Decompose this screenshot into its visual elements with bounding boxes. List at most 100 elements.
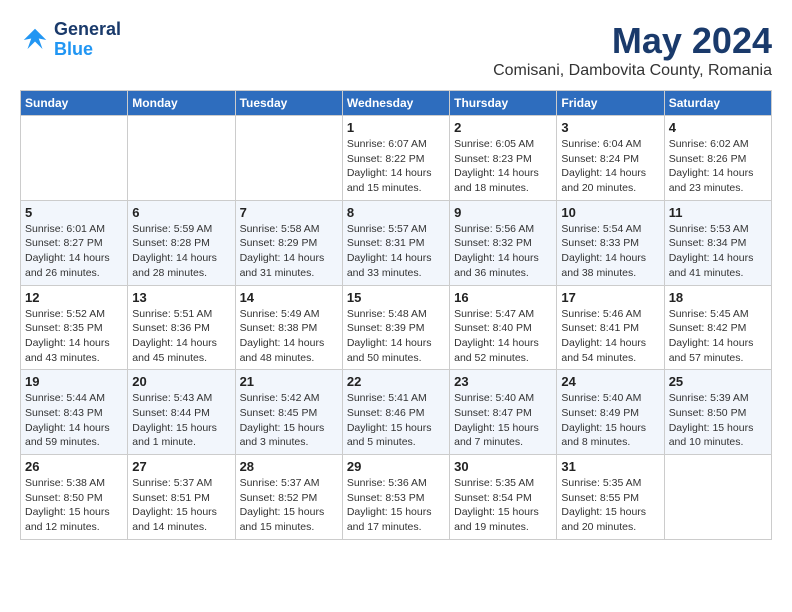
day-cell: 18Sunrise: 5:45 AM Sunset: 8:42 PM Dayli… <box>664 285 771 370</box>
day-info: Sunrise: 5:53 AM Sunset: 8:34 PM Dayligh… <box>669 222 767 281</box>
day-cell: 1Sunrise: 6:07 AM Sunset: 8:22 PM Daylig… <box>342 116 449 201</box>
day-cell: 9Sunrise: 5:56 AM Sunset: 8:32 PM Daylig… <box>450 200 557 285</box>
day-cell: 3Sunrise: 6:04 AM Sunset: 8:24 PM Daylig… <box>557 116 664 201</box>
day-cell: 2 Sunrise: 6:05 AM Sunset: 8:23 PM Daylig… <box>450 116 557 201</box>
day-info: Sunrise: 5:54 AM Sunset: 8:33 PM Dayligh… <box>561 222 659 281</box>
day-info: Sunrise: 6:01 AM Sunset: 8:27 PM Dayligh… <box>25 222 123 281</box>
day-number: 6 <box>132 205 230 220</box>
day-number: 2 <box>454 120 552 135</box>
day-info: Sunrise: 6:02 AM Sunset: 8:26 PM Dayligh… <box>669 137 767 196</box>
header-area: General Blue May 2024 Comisani, Dambovit… <box>20 20 772 80</box>
day-cell: 4 Sunrise: 6:02 AM Sunset: 8:26 PM Daylig… <box>664 116 771 201</box>
day-cell: 10 Sunrise: 5:54 AM Sunset: 8:33 PM Dayli… <box>557 200 664 285</box>
week-row-2: 5 Sunrise: 6:01 AM Sunset: 8:27 PM Daylig… <box>21 200 772 285</box>
day-cell: 11 Sunrise: 5:53 AM Sunset: 8:34 PM Dayli… <box>664 200 771 285</box>
location-title: Comisani, Dambovita County, Romania <box>493 62 772 80</box>
weekday-header-tuesday: Tuesday <box>235 91 342 116</box>
day-number: 19 <box>25 374 123 389</box>
day-number: 3 <box>561 120 659 135</box>
day-number: 4 <box>669 120 767 135</box>
day-info: Sunrise: 5:58 AM Sunset: 8:29 PM Dayligh… <box>240 222 338 281</box>
logo-text: General Blue <box>54 20 121 60</box>
day-number: 17 <box>561 290 659 305</box>
day-cell: 5 Sunrise: 6:01 AM Sunset: 8:27 PM Daylig… <box>21 200 128 285</box>
day-number: 7 <box>240 205 338 220</box>
day-number: 11 <box>669 205 767 220</box>
day-cell: 26 Sunrise: 5:38 AM Sunset: 8:50 PM Dayli… <box>21 455 128 540</box>
day-info: Sunrise: 5:35 AM Sunset: 8:54 PM Dayligh… <box>454 476 552 535</box>
day-info: Sunrise: 5:41 AM Sunset: 8:46 PM Dayligh… <box>347 391 445 450</box>
day-cell: 13 Sunrise: 5:51 AM Sunset: 8:36 PM Dayli… <box>128 285 235 370</box>
day-number: 20 <box>132 374 230 389</box>
day-number: 21 <box>240 374 338 389</box>
day-cell: 12Sunrise: 5:52 AM Sunset: 8:35 PM Dayli… <box>21 285 128 370</box>
day-cell: 16 Sunrise: 5:47 AM Sunset: 8:40 PM Dayli… <box>450 285 557 370</box>
day-cell: 30Sunrise: 5:35 AM Sunset: 8:54 PM Dayli… <box>450 455 557 540</box>
day-number: 29 <box>347 459 445 474</box>
logo-bird-icon <box>20 25 50 55</box>
weekday-header-wednesday: Wednesday <box>342 91 449 116</box>
day-cell: 22Sunrise: 5:41 AM Sunset: 8:46 PM Dayli… <box>342 370 449 455</box>
weekday-header-sunday: Sunday <box>21 91 128 116</box>
day-info: Sunrise: 5:59 AM Sunset: 8:28 PM Dayligh… <box>132 222 230 281</box>
day-cell <box>664 455 771 540</box>
day-cell <box>21 116 128 201</box>
day-number: 25 <box>669 374 767 389</box>
day-number: 23 <box>454 374 552 389</box>
weekday-header-friday: Friday <box>557 91 664 116</box>
day-number: 28 <box>240 459 338 474</box>
day-cell: 23Sunrise: 5:40 AM Sunset: 8:47 PM Dayli… <box>450 370 557 455</box>
day-info: Sunrise: 5:49 AM Sunset: 8:38 PM Dayligh… <box>240 307 338 366</box>
day-number: 15 <box>347 290 445 305</box>
day-number: 24 <box>561 374 659 389</box>
day-info: Sunrise: 5:38 AM Sunset: 8:50 PM Dayligh… <box>25 476 123 535</box>
weekday-header-saturday: Saturday <box>664 91 771 116</box>
day-info: Sunrise: 5:36 AM Sunset: 8:53 PM Dayligh… <box>347 476 445 535</box>
day-info: Sunrise: 5:51 AM Sunset: 8:36 PM Dayligh… <box>132 307 230 366</box>
day-info: Sunrise: 5:37 AM Sunset: 8:51 PM Dayligh… <box>132 476 230 535</box>
day-cell: 21Sunrise: 5:42 AM Sunset: 8:45 PM Dayli… <box>235 370 342 455</box>
day-cell: 15 Sunrise: 5:48 AM Sunset: 8:39 PM Dayli… <box>342 285 449 370</box>
calendar: SundayMondayTuesdayWednesdayThursdayFrid… <box>20 90 772 540</box>
day-info: Sunrise: 6:05 AM Sunset: 8:23 PM Dayligh… <box>454 137 552 196</box>
day-number: 1 <box>347 120 445 135</box>
week-row-4: 19 Sunrise: 5:44 AM Sunset: 8:43 PM Dayli… <box>21 370 772 455</box>
day-cell: 27 Sunrise: 5:37 AM Sunset: 8:51 PM Dayli… <box>128 455 235 540</box>
day-number: 26 <box>25 459 123 474</box>
day-number: 14 <box>240 290 338 305</box>
day-number: 12 <box>25 290 123 305</box>
day-number: 9 <box>454 205 552 220</box>
day-info: Sunrise: 5:39 AM Sunset: 8:50 PM Dayligh… <box>669 391 767 450</box>
day-cell: 19 Sunrise: 5:44 AM Sunset: 8:43 PM Dayli… <box>21 370 128 455</box>
day-cell: 20 Sunrise: 5:43 AM Sunset: 8:44 PM Dayli… <box>128 370 235 455</box>
day-cell: 6 Sunrise: 5:59 AM Sunset: 8:28 PM Daylig… <box>128 200 235 285</box>
day-cell: 8Sunrise: 5:57 AM Sunset: 8:31 PM Daylig… <box>342 200 449 285</box>
day-number: 16 <box>454 290 552 305</box>
weekday-header-monday: Monday <box>128 91 235 116</box>
day-info: Sunrise: 5:48 AM Sunset: 8:39 PM Dayligh… <box>347 307 445 366</box>
day-cell: 7 Sunrise: 5:58 AM Sunset: 8:29 PM Daylig… <box>235 200 342 285</box>
day-cell: 17Sunrise: 5:46 AM Sunset: 8:41 PM Dayli… <box>557 285 664 370</box>
day-number: 31 <box>561 459 659 474</box>
day-cell: 28Sunrise: 5:37 AM Sunset: 8:52 PM Dayli… <box>235 455 342 540</box>
day-number: 5 <box>25 205 123 220</box>
day-number: 10 <box>561 205 659 220</box>
day-cell: 31 Sunrise: 5:35 AM Sunset: 8:55 PM Dayli… <box>557 455 664 540</box>
day-info: Sunrise: 5:35 AM Sunset: 8:55 PM Dayligh… <box>561 476 659 535</box>
day-number: 27 <box>132 459 230 474</box>
day-cell: 25 Sunrise: 5:39 AM Sunset: 8:50 PM Dayli… <box>664 370 771 455</box>
weekday-header-thursday: Thursday <box>450 91 557 116</box>
day-cell <box>128 116 235 201</box>
day-number: 8 <box>347 205 445 220</box>
day-number: 13 <box>132 290 230 305</box>
weekday-header-row: SundayMondayTuesdayWednesdayThursdayFrid… <box>21 91 772 116</box>
day-info: Sunrise: 5:40 AM Sunset: 8:49 PM Dayligh… <box>561 391 659 450</box>
day-info: Sunrise: 5:43 AM Sunset: 8:44 PM Dayligh… <box>132 391 230 450</box>
week-row-3: 12Sunrise: 5:52 AM Sunset: 8:35 PM Dayli… <box>21 285 772 370</box>
day-info: Sunrise: 5:45 AM Sunset: 8:42 PM Dayligh… <box>669 307 767 366</box>
day-info: Sunrise: 5:47 AM Sunset: 8:40 PM Dayligh… <box>454 307 552 366</box>
month-title: May 2024 <box>493 20 772 62</box>
day-cell: 14 Sunrise: 5:49 AM Sunset: 8:38 PM Dayli… <box>235 285 342 370</box>
title-area: May 2024 Comisani, Dambovita County, Rom… <box>493 20 772 80</box>
day-info: Sunrise: 5:44 AM Sunset: 8:43 PM Dayligh… <box>25 391 123 450</box>
